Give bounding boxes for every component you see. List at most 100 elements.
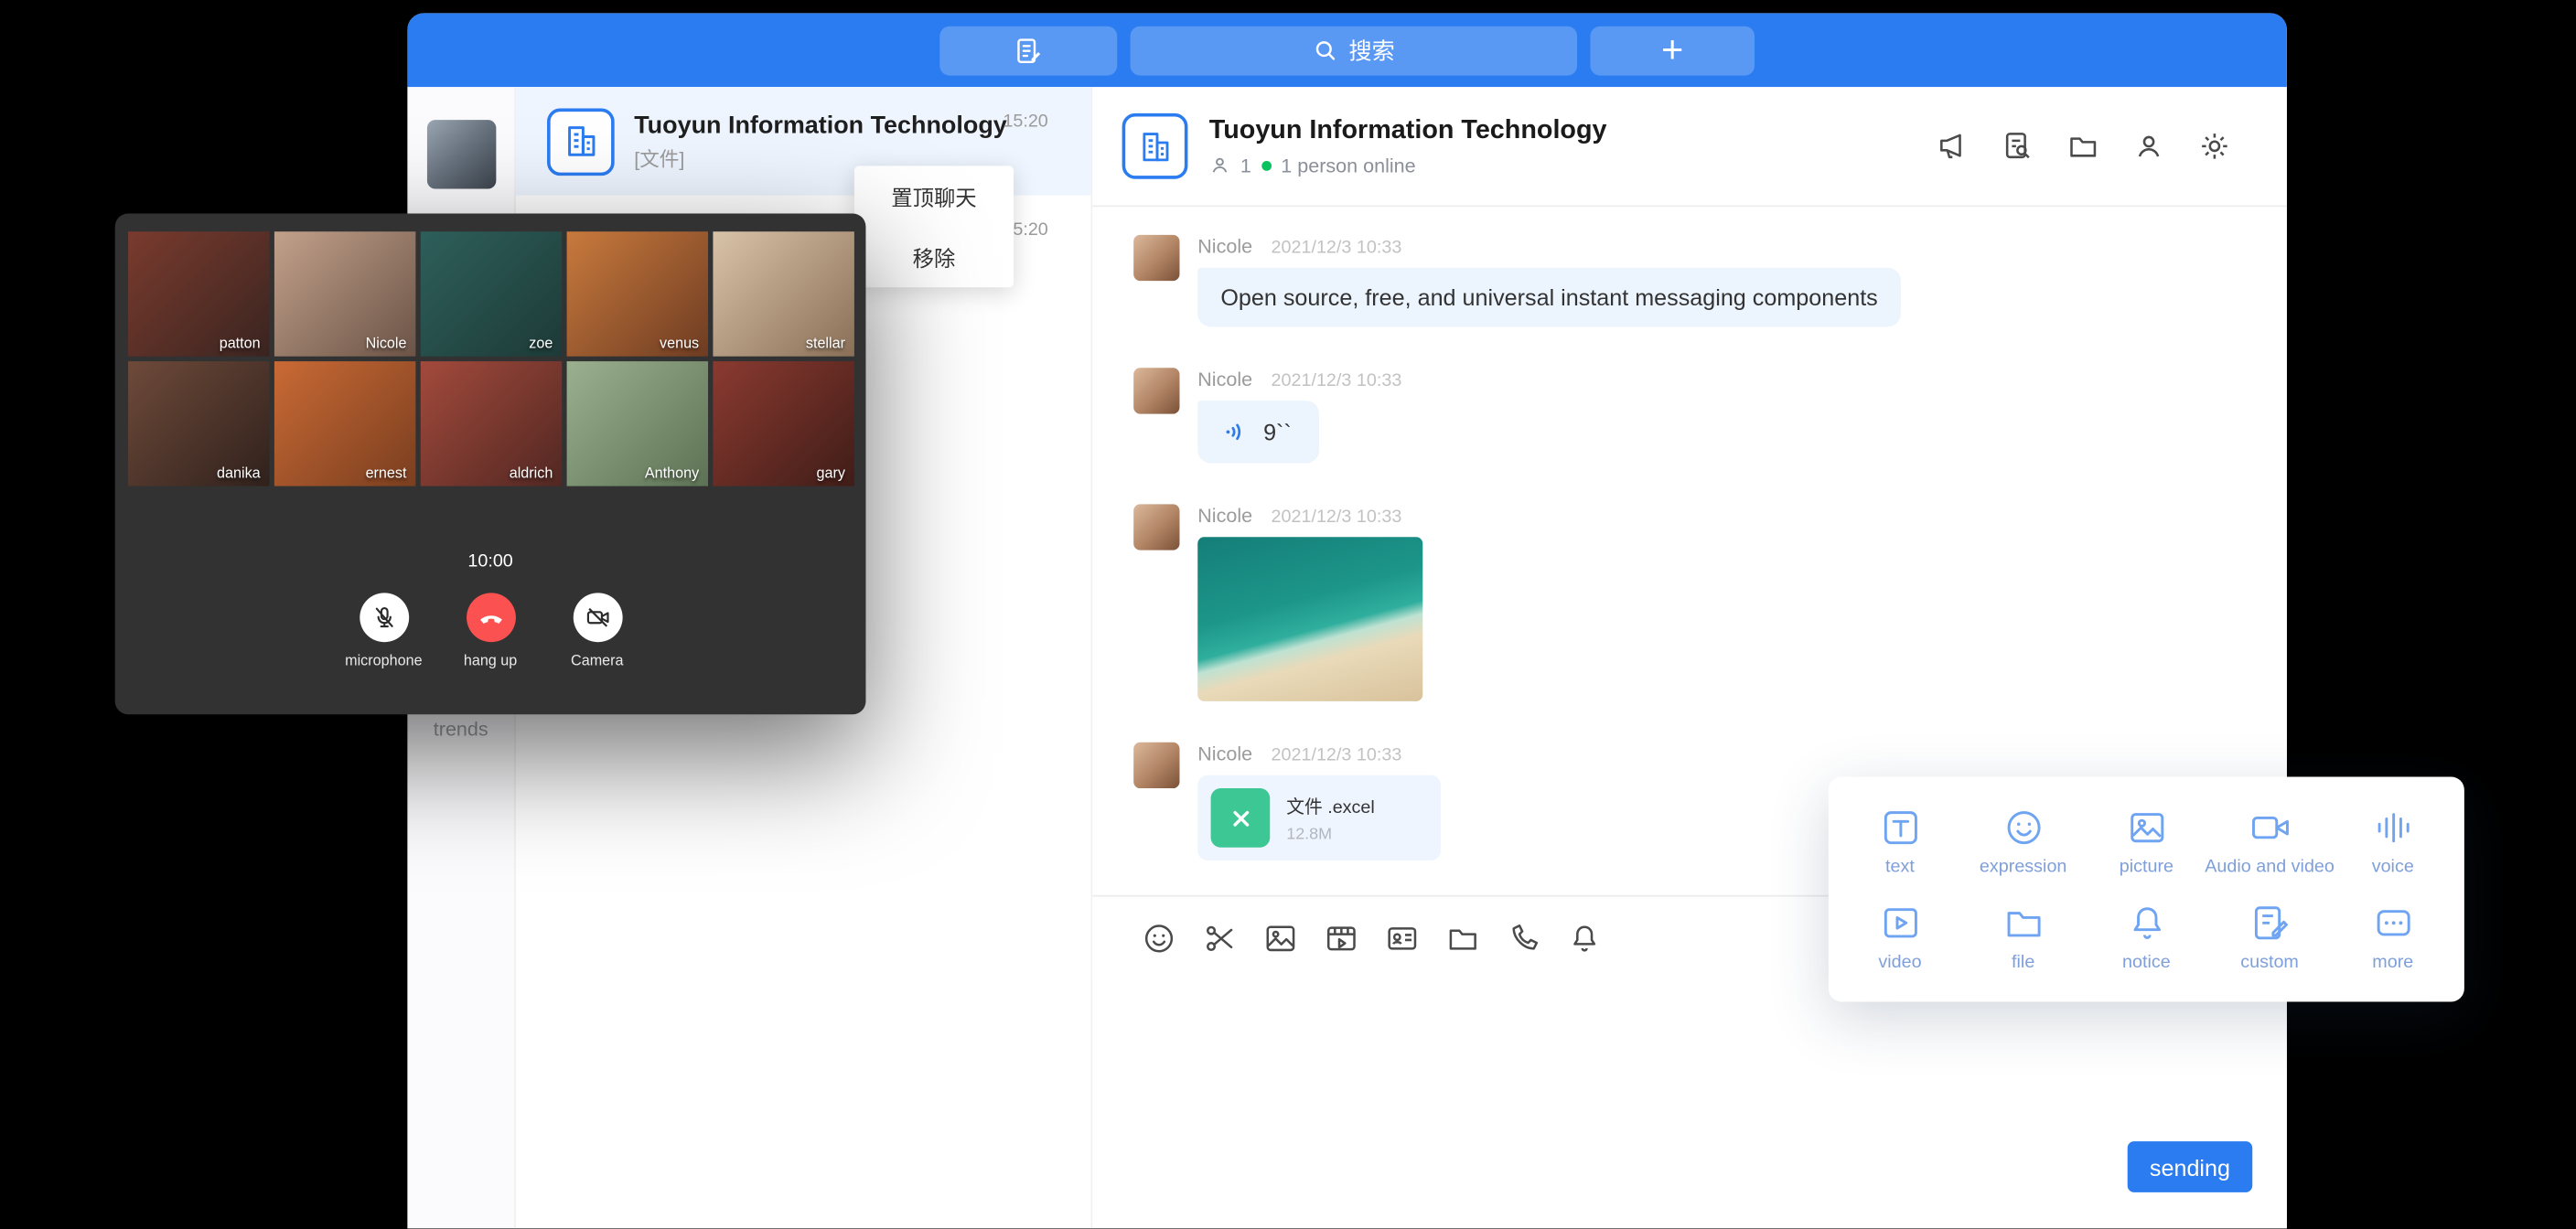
conversation-title: Tuoyun Information Technology	[634, 111, 1003, 139]
panel-item-picture[interactable]: picture	[2085, 793, 2208, 888]
emoji-icon[interactable]	[1142, 921, 1176, 956]
participant-tile[interactable]: gary	[713, 361, 853, 486]
contact-card-icon[interactable]	[1385, 921, 1420, 956]
message-meta: Nicole 2021/12/3 10:33	[1197, 743, 1441, 765]
voice-duration: 9``	[1263, 419, 1292, 445]
members-icon	[1209, 155, 1230, 176]
notes-button[interactable]	[939, 26, 1117, 75]
message: Nicole 2021/12/3 10:33 9	[1133, 368, 2287, 463]
conversation-context-menu: 置顶聊天 移除	[854, 166, 1014, 287]
microphone-label: microphone	[334, 652, 433, 668]
chat-meta: 1 1 person online	[1209, 154, 1607, 176]
folder-icon[interactable]	[2066, 130, 2099, 163]
voice-message-bubble[interactable]: 9``	[1197, 401, 1319, 463]
participant-name: ernest	[366, 465, 407, 481]
custom-type-icon	[2249, 901, 2292, 944]
panel-label: file	[2012, 952, 2034, 972]
video-type-icon	[1879, 901, 1922, 944]
panel-item-file[interactable]: file	[1961, 889, 2085, 984]
file-size: 12.8M	[1286, 825, 1375, 843]
microphone-mute-button[interactable]	[359, 593, 408, 642]
participant-tile[interactable]: Anthony	[566, 361, 707, 486]
add-button[interactable]: +	[1590, 26, 1755, 75]
sender-avatar[interactable]	[1133, 368, 1179, 413]
participant-tile[interactable]: Nicole	[274, 231, 414, 356]
participant-name: Nicole	[366, 335, 407, 351]
participant-name: patton	[220, 335, 261, 351]
panel-item-video[interactable]: video	[1839, 889, 1962, 984]
picture-type-icon	[2125, 806, 2168, 849]
text-type-icon	[1879, 806, 1922, 849]
video-icon[interactable]	[1325, 921, 1359, 956]
message-time: 2021/12/3 10:33	[1272, 371, 1402, 391]
search-history-icon[interactable]	[2001, 130, 2034, 163]
panel-item-expression[interactable]: expression	[1961, 793, 2085, 888]
conversation-info: Tuoyun Information Technology [文件]	[634, 111, 1003, 171]
voice-type-icon	[2371, 806, 2414, 849]
camera-toggle-button[interactable]	[573, 593, 622, 642]
expression-type-icon	[2002, 806, 2045, 849]
notice-type-icon	[2125, 901, 2168, 944]
message-time: 2021/12/3 10:33	[1272, 508, 1402, 528]
announcement-icon[interactable]	[1936, 130, 1969, 163]
video-call-window: patton Nicole zoe venus stellar danika e…	[115, 213, 866, 714]
panel-item-audio-video[interactable]: Audio and video	[2208, 793, 2332, 888]
panel-label: notice	[2122, 952, 2171, 972]
participant-tile[interactable]: zoe	[420, 231, 561, 356]
image-message[interactable]	[1197, 537, 1422, 701]
member-icon[interactable]	[2132, 130, 2165, 163]
chat-panel: Tuoyun Information Technology 1 1 person…	[1092, 87, 2287, 1228]
message: Nicole 2021/12/3 10:33 Open source, free…	[1133, 235, 2287, 327]
hang-up-button[interactable]	[466, 593, 515, 642]
file-name: 文件 .excel	[1286, 793, 1375, 819]
sender-avatar[interactable]	[1133, 504, 1179, 550]
participant-tile[interactable]: patton	[127, 231, 268, 356]
panel-label: custom	[2240, 952, 2299, 972]
message-meta: Nicole 2021/12/3 10:33	[1197, 368, 1401, 390]
settings-gear-icon[interactable]	[2198, 130, 2231, 163]
panel-item-custom[interactable]: custom	[2208, 889, 2332, 984]
panel-item-more[interactable]: more	[2331, 889, 2454, 984]
folder-icon[interactable]	[1445, 921, 1480, 956]
search-bar[interactable]: 搜索	[1131, 26, 1577, 75]
chat-title: Tuoyun Information Technology	[1209, 116, 1607, 145]
participant-tile[interactable]: aldrich	[420, 361, 561, 486]
participant-tile[interactable]: danika	[127, 361, 268, 486]
phone-call-icon[interactable]	[1507, 921, 1541, 956]
message-time: 2021/12/3 10:33	[1272, 745, 1402, 765]
menu-item-remove[interactable]: 移除	[854, 227, 1014, 287]
message-meta: Nicole 2021/12/3 10:33	[1197, 504, 1422, 527]
user-avatar[interactable]	[426, 120, 495, 188]
panel-label: text	[1885, 857, 1915, 877]
titlebar-controls: 搜索 +	[939, 26, 1755, 75]
file-type-icon	[2002, 901, 2045, 944]
online-text: 1 person online	[1281, 154, 1415, 176]
picture-icon[interactable]	[1263, 921, 1298, 956]
participant-name: stellar	[806, 335, 845, 351]
participant-tile[interactable]: venus	[566, 231, 707, 356]
excel-file-icon	[1211, 788, 1271, 848]
sender-avatar[interactable]	[1133, 743, 1179, 788]
participant-tile[interactable]: stellar	[713, 231, 853, 356]
panel-label: video	[1878, 952, 1921, 972]
panel-item-notice[interactable]: notice	[2085, 889, 2208, 984]
scissors-icon[interactable]	[1203, 921, 1238, 956]
text-message-bubble[interactable]: Open source, free, and universal instant…	[1197, 268, 1901, 327]
panel-item-voice[interactable]: voice	[2331, 793, 2454, 888]
participant-name: danika	[217, 465, 261, 481]
message-time: 2021/12/3 10:33	[1272, 238, 1402, 258]
trends-label: trends	[434, 718, 488, 741]
participant-tile[interactable]: ernest	[274, 361, 414, 486]
bell-icon[interactable]	[1567, 921, 1602, 956]
mic-off-icon	[370, 604, 397, 631]
chat-header-actions	[1936, 130, 2231, 163]
send-button[interactable]: sending	[2128, 1141, 2252, 1192]
more-type-icon	[2371, 901, 2414, 944]
search-icon	[1313, 37, 1337, 62]
menu-item-pin-chat[interactable]: 置顶聊天	[854, 166, 1014, 226]
panel-item-text[interactable]: text	[1839, 793, 1962, 888]
file-message-card[interactable]: 文件 .excel 12.8M	[1197, 775, 1441, 860]
participant-name: venus	[660, 335, 699, 351]
panel-label: more	[2372, 952, 2413, 972]
sender-avatar[interactable]	[1133, 235, 1179, 281]
